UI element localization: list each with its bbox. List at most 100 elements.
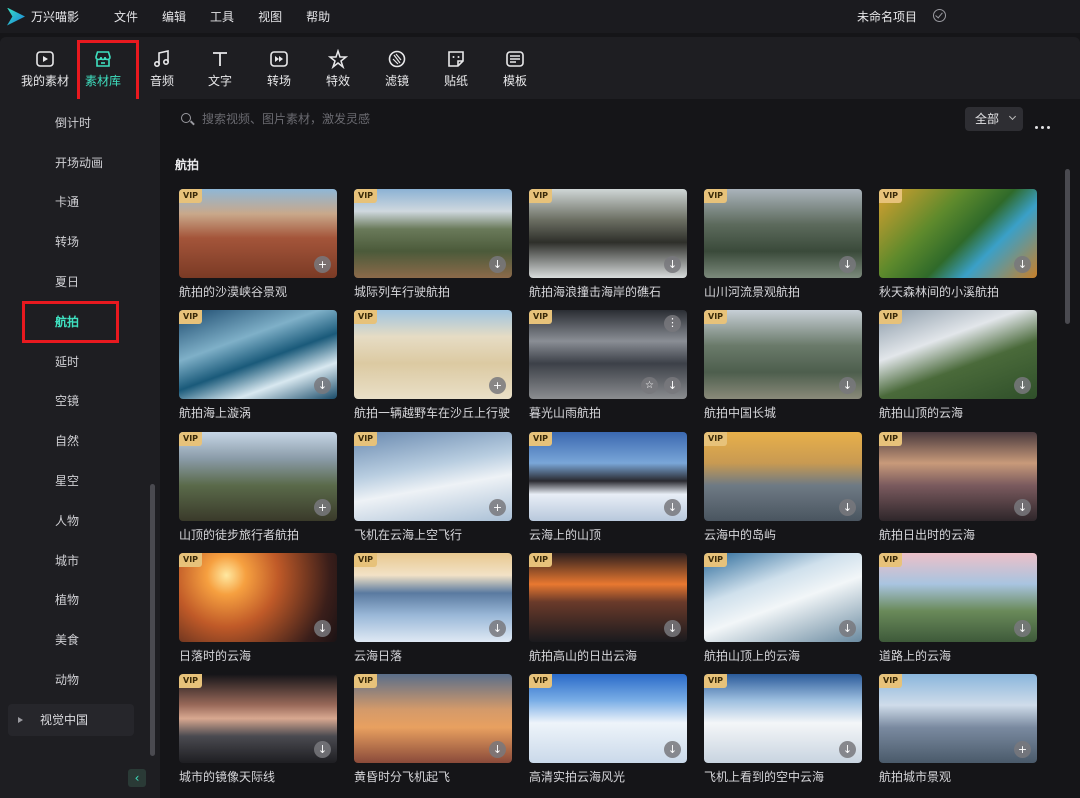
tab-templates[interactable]: 模板 [487, 49, 543, 89]
asset-card[interactable]: VIP + 航拍一辆越野车在沙丘上行驶 [354, 310, 512, 421]
asset-card[interactable]: VIP ↓ 航拍海上漩涡 [179, 310, 337, 421]
download-icon[interactable]: ↓ [314, 377, 331, 394]
download-icon[interactable]: ↓ [1014, 377, 1031, 394]
filter-dropdown[interactable]: 全部 [965, 107, 1023, 131]
sidebar-item-empty-shot[interactable]: 空镜 [0, 383, 140, 419]
tab-my-assets[interactable]: 我的素材 [17, 49, 73, 89]
asset-thumbnail[interactable]: VIP ↓ [354, 189, 512, 278]
download-icon[interactable]: ↓ [839, 499, 856, 516]
sidebar-item-summer[interactable]: 夏日 [0, 264, 140, 300]
download-icon[interactable]: ↓ [839, 620, 856, 637]
sidebar-scrollbar[interactable] [150, 484, 155, 756]
asset-card[interactable]: VIP ↓ ☆ ⋮ 暮光山雨航拍 [529, 310, 687, 421]
asset-thumbnail[interactable]: VIP ↓ [529, 189, 687, 278]
menu-tools[interactable]: 工具 [210, 8, 234, 25]
tab-text[interactable]: 文字 [192, 49, 248, 89]
asset-card[interactable]: VIP ↓ 航拍海浪撞击海岸的礁石 [529, 189, 687, 300]
download-icon[interactable]: ↓ [664, 620, 681, 637]
asset-card[interactable]: VIP ↓ 道路上的云海 [879, 553, 1037, 664]
asset-card[interactable]: VIP ↓ 秋天森林间的小溪航拍 [879, 189, 1037, 300]
main-scrollbar[interactable] [1065, 169, 1070, 324]
asset-thumbnail[interactable]: VIP ↓ [179, 310, 337, 399]
sidebar-item-city[interactable]: 城市 [0, 543, 140, 579]
sidebar-item-people[interactable]: 人物 [0, 503, 140, 539]
sidebar-item-starry-sky[interactable]: 星空 [0, 463, 140, 499]
download-icon[interactable]: ↓ [1014, 499, 1031, 516]
asset-card[interactable]: VIP ↓ 云海日落 [354, 553, 512, 664]
asset-card[interactable]: VIP ↓ 航拍日出时的云海 [879, 432, 1037, 543]
sidebar-item-timelapse[interactable]: 延时 [0, 344, 140, 380]
asset-card[interactable]: VIP ↓ 高清实拍云海风光 [529, 674, 687, 785]
more-options-icon[interactable] [1035, 118, 1053, 129]
sidebar-item-intro[interactable]: 开场动画 [0, 145, 140, 181]
asset-thumbnail[interactable]: VIP ↓ [529, 432, 687, 521]
sidebar-item-cartoon[interactable]: 卡通 [0, 184, 140, 220]
asset-thumbnail[interactable]: VIP + [879, 674, 1037, 763]
download-icon[interactable]: ↓ [664, 499, 681, 516]
asset-card[interactable]: VIP + 山顶的徒步旅行者航拍 [179, 432, 337, 543]
tab-effects[interactable]: 特效 [310, 49, 366, 89]
asset-card[interactable]: VIP ↓ 云海上的山顶 [529, 432, 687, 543]
asset-thumbnail[interactable]: VIP ↓ [879, 189, 1037, 278]
asset-thumbnail[interactable]: VIP ↓ ☆ ⋮ [529, 310, 687, 399]
asset-thumbnail[interactable]: VIP ↓ [354, 553, 512, 642]
sidebar-item-countdown[interactable]: 倒计时 [0, 105, 140, 141]
asset-thumbnail[interactable]: VIP ↓ [529, 553, 687, 642]
asset-thumbnail[interactable]: VIP ↓ [704, 553, 862, 642]
menu-view[interactable]: 视图 [258, 8, 282, 25]
menu-edit[interactable]: 编辑 [162, 8, 186, 25]
asset-card[interactable]: VIP ↓ 山川河流景观航拍 [704, 189, 862, 300]
sidebar-item-nature[interactable]: 自然 [0, 423, 140, 459]
asset-card[interactable]: VIP ↓ 日落时的云海 [179, 553, 337, 664]
tab-stickers[interactable]: 贴纸 [428, 49, 484, 89]
collapse-sidebar-button[interactable]: ‹ [128, 769, 146, 787]
asset-thumbnail[interactable]: VIP ↓ [179, 674, 337, 763]
download-icon[interactable]: ↓ [664, 741, 681, 758]
asset-card[interactable]: VIP + 航拍城市景观 [879, 674, 1037, 785]
asset-thumbnail[interactable]: VIP ↓ [879, 432, 1037, 521]
download-icon[interactable]: ↓ [489, 256, 506, 273]
menu-help[interactable]: 帮助 [306, 8, 330, 25]
add-to-timeline-icon[interactable]: + [489, 499, 506, 516]
download-icon[interactable]: ↓ [489, 620, 506, 637]
tab-audio[interactable]: 音频 [134, 49, 190, 89]
asset-thumbnail[interactable]: VIP ↓ [529, 674, 687, 763]
asset-thumbnail[interactable]: VIP ↓ [354, 674, 512, 763]
sidebar-item-transition[interactable]: 转场 [0, 224, 140, 260]
download-icon[interactable]: ↓ [314, 620, 331, 637]
download-icon[interactable]: ↓ [314, 741, 331, 758]
download-icon[interactable]: ↓ [839, 256, 856, 273]
asset-card[interactable]: VIP ↓ 黄昏时分飞机起飞 [354, 674, 512, 785]
asset-thumbnail[interactable]: VIP ↓ [879, 310, 1037, 399]
search-input[interactable] [202, 108, 702, 130]
asset-card[interactable]: VIP ↓ 城市的镜像天际线 [179, 674, 337, 785]
asset-thumbnail[interactable]: VIP ↓ [879, 553, 1037, 642]
asset-card[interactable]: VIP ↓ 航拍中国长城 [704, 310, 862, 421]
asset-thumbnail[interactable]: VIP ↓ [704, 189, 862, 278]
add-to-timeline-icon[interactable]: + [314, 256, 331, 273]
download-icon[interactable]: ↓ [1014, 620, 1031, 637]
tab-filters[interactable]: 滤镜 [369, 49, 425, 89]
more-vertical-icon[interactable]: ⋮ [664, 315, 681, 332]
menu-file[interactable]: 文件 [114, 8, 138, 25]
add-to-timeline-icon[interactable]: + [314, 499, 331, 516]
add-to-timeline-icon[interactable]: + [1014, 741, 1031, 758]
asset-thumbnail[interactable]: VIP ↓ [704, 432, 862, 521]
asset-card[interactable]: VIP ↓ 城际列车行驶航拍 [354, 189, 512, 300]
download-icon[interactable]: ↓ [489, 741, 506, 758]
asset-thumbnail[interactable]: VIP + [354, 310, 512, 399]
download-icon[interactable]: ↓ [1014, 256, 1031, 273]
asset-card[interactable]: VIP ↓ 航拍高山的日出云海 [529, 553, 687, 664]
asset-card[interactable]: VIP ↓ 飞机上看到的空中云海 [704, 674, 862, 785]
asset-card[interactable]: VIP ↓ 航拍山顶的云海 [879, 310, 1037, 421]
project-name[interactable]: 未命名项目 [857, 8, 917, 25]
add-to-timeline-icon[interactable]: + [489, 377, 506, 394]
sidebar-group-vcg[interactable]: 视觉中国 [8, 704, 134, 736]
asset-thumbnail[interactable]: VIP ↓ [179, 553, 337, 642]
download-icon[interactable]: ↓ [664, 377, 681, 394]
asset-card[interactable]: VIP + 飞机在云海上空飞行 [354, 432, 512, 543]
asset-card[interactable]: VIP ↓ 航拍山顶上的云海 [704, 553, 862, 664]
sidebar-item-food[interactable]: 美食 [0, 622, 140, 658]
sidebar-item-plants[interactable]: 植物 [0, 582, 140, 618]
sidebar-item-animals[interactable]: 动物 [0, 662, 140, 698]
